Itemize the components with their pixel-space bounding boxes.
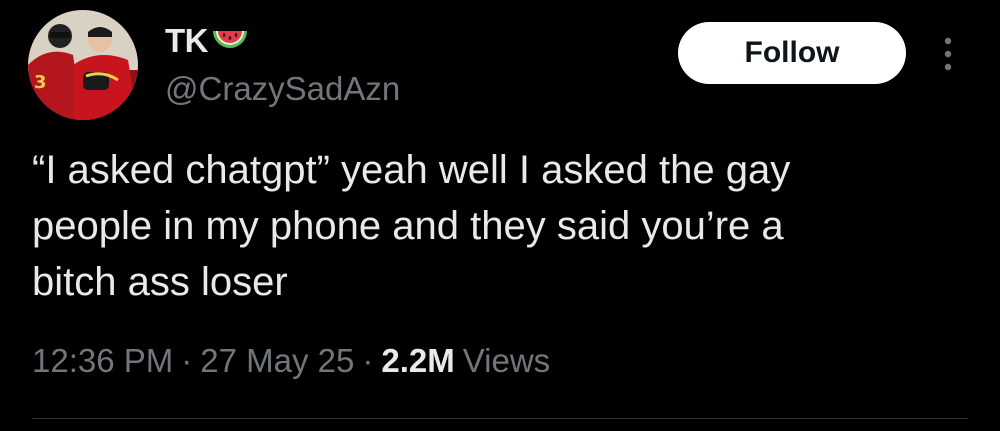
separator: · bbox=[362, 342, 374, 379]
avatar-image: 3 bbox=[28, 10, 138, 120]
separator: · bbox=[181, 342, 193, 379]
tweet: 3 TK @CrazySadAzn Follow “I asked chatgp… bbox=[0, 0, 1000, 431]
divider bbox=[32, 418, 968, 419]
tweet-meta: 12:36 PM · 27 May 25 · 2.2M Views bbox=[32, 342, 550, 380]
views-count[interactable]: 2.2M bbox=[381, 342, 454, 380]
tweet-text: “I asked chatgpt” yeah well I asked the … bbox=[32, 148, 791, 304]
avatar[interactable]: 3 bbox=[28, 10, 138, 120]
tweet-date[interactable]: 27 May 25 bbox=[200, 342, 354, 380]
svg-text:3: 3 bbox=[34, 72, 47, 93]
views-label: Views bbox=[462, 342, 551, 379]
tweet-time[interactable]: 12:36 PM bbox=[32, 342, 173, 380]
user-handle[interactable]: @CrazySadAzn bbox=[165, 70, 400, 108]
display-name[interactable]: TK bbox=[165, 22, 209, 60]
watermelon-icon bbox=[210, 25, 250, 57]
display-name-row[interactable]: TK bbox=[165, 20, 250, 62]
more-vertical-icon[interactable] bbox=[934, 34, 962, 74]
follow-button[interactable]: Follow bbox=[678, 22, 906, 84]
